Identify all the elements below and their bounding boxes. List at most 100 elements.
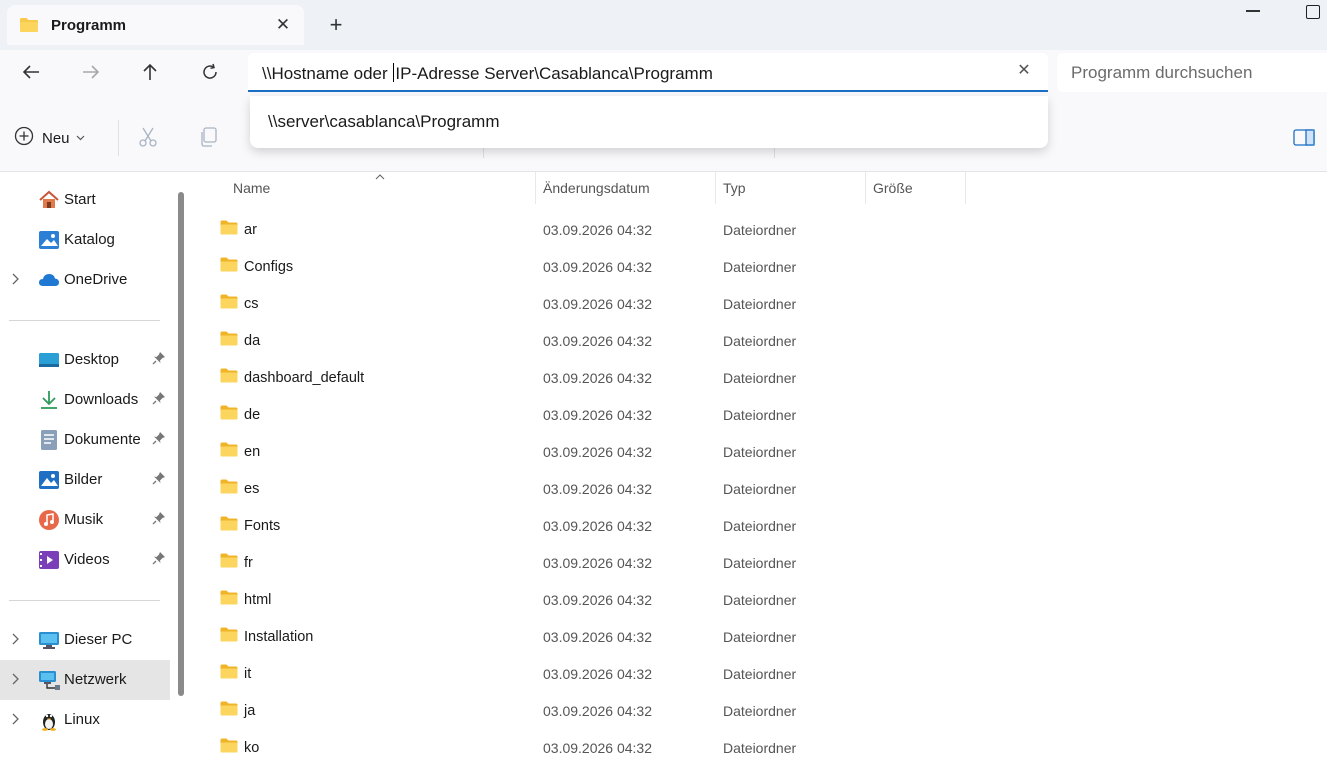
file-type: Dateiordner: [723, 259, 797, 275]
sidebar-item-downloads[interactable]: Downloads: [0, 380, 170, 420]
pin-icon[interactable]: [152, 471, 166, 490]
folder-icon: [220, 516, 238, 536]
file-date: 03.09.2026 04:32: [543, 592, 652, 608]
file-type: Dateiordner: [723, 555, 797, 571]
file-date: 03.09.2026 04:32: [543, 629, 652, 645]
table-row[interactable]: da 03.09.2026 04:32 Dateiordner: [190, 321, 1327, 358]
column-header-date[interactable]: Änderungsdatum: [543, 180, 650, 196]
minimize-icon[interactable]: [1246, 10, 1260, 12]
file-name: it: [244, 666, 252, 682]
pin-icon[interactable]: [152, 551, 166, 570]
address-bar[interactable]: \\Hostname oder IP-Adresse Server\Casabl…: [248, 53, 1048, 92]
sidebar-item-videos[interactable]: Videos: [0, 540, 170, 580]
sidebar-item-bilder[interactable]: Bilder: [0, 460, 170, 500]
sidebar-item-label: OneDrive: [64, 271, 128, 288]
sidebar-item-label: Bilder: [64, 471, 103, 488]
table-row[interactable]: ar 03.09.2026 04:32 Dateiordner: [190, 210, 1327, 247]
pin-icon[interactable]: [152, 351, 166, 370]
table-row[interactable]: ja 03.09.2026 04:32 Dateiordner: [190, 691, 1327, 728]
file-date: 03.09.2026 04:32: [543, 444, 652, 460]
sidebar-item-musik[interactable]: Musik: [0, 500, 170, 540]
table-row[interactable]: en 03.09.2026 04:32 Dateiordner: [190, 432, 1327, 469]
sidebar-item-desktop[interactable]: Desktop: [0, 340, 170, 380]
tab-programm[interactable]: Programm ✕: [7, 5, 304, 45]
sidebar-item-label: Dokumente: [64, 431, 141, 448]
search-box[interactable]: [1057, 53, 1327, 92]
tab-title: Programm: [51, 17, 127, 34]
file-name: cs: [244, 296, 259, 312]
copy-button[interactable]: [198, 126, 220, 153]
sidebar-scrollbar[interactable]: [178, 192, 184, 696]
address-input[interactable]: \\Hostname oder IP-Adresse Server\Casabl…: [262, 63, 713, 84]
table-row[interactable]: dashboard_default 03.09.2026 04:32 Dateior…: [190, 358, 1327, 395]
folder-icon: [220, 405, 238, 425]
file-list: Name Änderungsdatum Typ Größe ar 03.09.20…: [190, 172, 1327, 757]
sidebar-item-dieser-pc[interactable]: Dieser PC: [0, 620, 170, 660]
pin-icon[interactable]: [152, 511, 166, 530]
new-tab-button[interactable]: +: [322, 12, 350, 40]
chevron-right-icon[interactable]: [12, 672, 24, 688]
folder-icon: [220, 294, 238, 314]
chevron-right-icon[interactable]: [12, 712, 24, 728]
file-date: 03.09.2026 04:32: [543, 481, 652, 497]
sidebar-item-label: Videos: [64, 551, 110, 568]
sidebar-item-label: Start: [64, 191, 96, 208]
file-type: Dateiordner: [723, 703, 797, 719]
sidebar-item-onedrive[interactable]: OneDrive: [0, 260, 170, 300]
file-type: Dateiordner: [723, 222, 797, 238]
file-type: Dateiordner: [723, 444, 797, 460]
column-header-type[interactable]: Typ: [723, 180, 746, 196]
new-button[interactable]: Neu: [14, 122, 85, 154]
sidebar-item-linux[interactable]: Linux: [0, 700, 170, 740]
column-divider[interactable]: [965, 172, 966, 204]
chevron-right-icon[interactable]: [12, 272, 24, 288]
sidebar-item-netzwerk[interactable]: Netzwerk: [0, 660, 170, 700]
column-divider[interactable]: [865, 172, 866, 204]
up-button[interactable]: [133, 60, 167, 88]
table-row[interactable]: ko 03.09.2026 04:32 Dateiordner: [190, 728, 1327, 757]
column-divider[interactable]: [715, 172, 716, 204]
table-row[interactable]: html 03.09.2026 04:32 Dateiordner: [190, 580, 1327, 617]
address-suggestion-item[interactable]: \\server\casablanca\Programm: [268, 112, 499, 132]
back-button[interactable]: [14, 60, 48, 88]
file-type: Dateiordner: [723, 592, 797, 608]
file-explorer-window: Programm ✕ + \\Hostname oder IP-Adresse …: [0, 0, 1327, 757]
maximize-icon[interactable]: [1306, 5, 1320, 19]
sidebar-item-dokumente[interactable]: Dokumente: [0, 420, 170, 460]
table-row[interactable]: Configs 03.09.2026 04:32 Dateiordner: [190, 247, 1327, 284]
arrow-right-icon: [82, 64, 100, 85]
file-date: 03.09.2026 04:32: [543, 518, 652, 534]
tab-close-icon[interactable]: ✕: [271, 13, 295, 37]
sidebar-item-katalog[interactable]: Katalog: [0, 220, 170, 260]
cut-button[interactable]: [137, 126, 159, 153]
column-header-name[interactable]: Name: [233, 180, 270, 196]
pin-icon[interactable]: [152, 391, 166, 410]
table-row[interactable]: de 03.09.2026 04:32 Dateiordner: [190, 395, 1327, 432]
network-icon: [38, 669, 60, 691]
table-row[interactable]: cs 03.09.2026 04:32 Dateiordner: [190, 284, 1327, 321]
details-pane-button[interactable]: [1293, 129, 1315, 152]
pin-icon[interactable]: [152, 431, 166, 450]
forward-button[interactable]: [74, 60, 108, 88]
scissors-icon: [137, 127, 159, 152]
search-input[interactable]: [1071, 63, 1311, 83]
refresh-button[interactable]: [193, 60, 227, 88]
folder-icon: [220, 331, 238, 351]
clear-address-icon[interactable]: ✕: [1014, 61, 1034, 81]
table-row[interactable]: Installation 03.09.2026 04:32 Dateiordner: [190, 617, 1327, 654]
file-type: Dateiordner: [723, 518, 797, 534]
video-icon: [38, 549, 60, 571]
refresh-icon: [201, 63, 219, 86]
table-row[interactable]: es 03.09.2026 04:32 Dateiordner: [190, 469, 1327, 506]
toolbar-divider: [118, 120, 119, 156]
column-divider[interactable]: [535, 172, 536, 204]
table-row[interactable]: fr 03.09.2026 04:32 Dateiordner: [190, 543, 1327, 580]
file-name: ja: [244, 703, 256, 719]
table-row[interactable]: Fonts 03.09.2026 04:32 Dateiordner: [190, 506, 1327, 543]
chevron-right-icon[interactable]: [12, 632, 24, 648]
file-name: fr: [244, 555, 253, 571]
file-name: ar: [244, 222, 257, 238]
column-header-size[interactable]: Größe: [873, 180, 913, 196]
sidebar-item-start[interactable]: Start: [0, 180, 170, 220]
table-row[interactable]: it 03.09.2026 04:32 Dateiordner: [190, 654, 1327, 691]
